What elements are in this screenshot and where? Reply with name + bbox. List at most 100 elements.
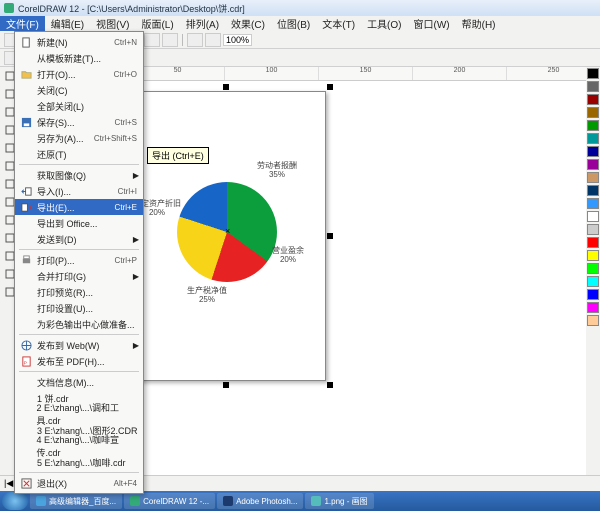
menu-item[interactable]: 为彩色输出中心做准备...: [15, 316, 143, 332]
menu-item-label: 打印设置(U)...: [37, 302, 93, 315]
tooltip: 导出 (Ctrl+E): [147, 147, 209, 164]
menu-3[interactable]: 版面(L): [135, 16, 179, 31]
color-swatch[interactable]: [587, 276, 599, 287]
start-button[interactable]: [2, 492, 28, 510]
resize-handle[interactable]: [223, 382, 229, 388]
resize-handle[interactable]: [223, 84, 229, 90]
color-swatch[interactable]: [587, 94, 599, 105]
coreldraw-icon: [130, 496, 140, 506]
exit-icon: [19, 477, 33, 489]
paint-icon: [311, 496, 321, 506]
menu-item[interactable]: 4 E:\zhang\...\咖啡宣传.cdr: [15, 438, 143, 454]
menu-item[interactable]: 全部关闭(L): [15, 98, 143, 114]
menu-item-label: 发布至 PDF(H)...: [37, 355, 105, 368]
taskbar-item[interactable]: CorelDRAW 12 -...: [124, 493, 215, 509]
menu-item-label: 从模板新建(T)...: [37, 52, 101, 65]
close-icon: [19, 84, 33, 96]
menu-item[interactable]: 2 E:\zhang\...\调和工具.cdr: [15, 406, 143, 422]
color-swatch[interactable]: [587, 107, 599, 118]
menu-bar[interactable]: 文件(F)编辑(E)视图(V)版面(L)排列(A)效果(C)位图(B)文本(T)…: [0, 16, 600, 31]
color-swatch[interactable]: [587, 237, 599, 248]
blank-icon: [19, 169, 33, 181]
color-swatch[interactable]: [587, 185, 599, 196]
menu-1[interactable]: 编辑(E): [45, 16, 90, 31]
title-bar: CorelDRAW 12 - [C:\Users\Administrator\D…: [0, 0, 600, 16]
color-swatch[interactable]: [587, 172, 599, 183]
menu-item-label: 合并打印(G): [37, 270, 86, 283]
menu-item[interactable]: 打印设置(U)...: [15, 300, 143, 316]
menu-item[interactable]: 还原(T): [15, 146, 143, 162]
menu-item-label: 全部关闭(L): [37, 100, 84, 113]
color-swatch[interactable]: [587, 263, 599, 274]
color-swatch[interactable]: [587, 224, 599, 235]
office-icon: [19, 217, 33, 229]
menu-item-label: 发送到(D): [37, 233, 77, 246]
menu-item[interactable]: 发送到(D) ▶: [15, 231, 143, 247]
menu-item[interactable]: 打印预览(R)...: [15, 284, 143, 300]
color-swatch[interactable]: [587, 120, 599, 131]
svg-text:P: P: [23, 360, 26, 365]
color-swatch[interactable]: [587, 146, 599, 157]
menu-item[interactable]: 打开(O)...Ctrl+O: [15, 66, 143, 82]
color-swatch[interactable]: [587, 198, 599, 209]
undo-icon[interactable]: [144, 33, 160, 47]
menu-item[interactable]: 关闭(C): [15, 82, 143, 98]
import-icon[interactable]: [187, 33, 203, 47]
menu-item[interactable]: 5 E:\zhang\...\咖啡.cdr: [15, 454, 143, 470]
taskbar-item[interactable]: Adobe Photosh...: [217, 493, 303, 509]
menu-item[interactable]: 保存(S)...Ctrl+S: [15, 114, 143, 130]
menu-0[interactable]: 文件(F): [0, 16, 45, 31]
revert-icon: [19, 148, 33, 160]
menu-item[interactable]: 另存为(A)...Ctrl+Shift+S: [15, 130, 143, 146]
color-swatch[interactable]: [587, 133, 599, 144]
menu-10[interactable]: 帮助(H): [456, 16, 502, 31]
color-swatch[interactable]: [587, 211, 599, 222]
menu-item-label: 保存(S)...: [37, 116, 75, 129]
app-icon: [4, 3, 14, 13]
menu-6[interactable]: 位图(B): [271, 16, 316, 31]
file-menu-dropdown[interactable]: 新建(N)Ctrl+N 从模板新建(T)...打开(O)...Ctrl+O关闭(C…: [14, 31, 144, 494]
color-swatch[interactable]: [587, 302, 599, 313]
color-swatch[interactable]: [587, 159, 599, 170]
resize-handle[interactable]: [327, 84, 333, 90]
redo-icon[interactable]: [162, 33, 178, 47]
color-palette[interactable]: [586, 67, 600, 475]
menu-item[interactable]: 获取图像(Q)▶: [15, 167, 143, 183]
menu-item[interactable]: 打印(P)...Ctrl+P: [15, 252, 143, 268]
resize-handle[interactable]: [327, 382, 333, 388]
color-swatch[interactable]: [587, 81, 599, 92]
menu-item[interactable]: 合并打印(G)▶: [15, 268, 143, 284]
menu-item[interactable]: 发布到 Web(W)▶: [15, 337, 143, 353]
taskbar-item[interactable]: 1.png - 画图: [305, 493, 373, 509]
color-swatch[interactable]: [587, 315, 599, 326]
menu-8[interactable]: 工具(O): [361, 16, 407, 31]
menu-5[interactable]: 效果(C): [225, 16, 271, 31]
menu-4[interactable]: 排列(A): [180, 16, 225, 31]
export-icon[interactable]: [205, 33, 221, 47]
menu-item[interactable]: 文档信息(M)...: [15, 374, 143, 390]
resize-handle[interactable]: [327, 233, 333, 239]
color-swatch[interactable]: [587, 68, 599, 79]
zoom-combo[interactable]: 100%: [223, 34, 252, 46]
windows-taskbar[interactable]: 高级编辑器_百度... CorelDRAW 12 -... Adobe Phot…: [0, 491, 600, 511]
menu-item[interactable]: 导出到 Office...: [15, 215, 143, 231]
blank-icon: [19, 100, 33, 112]
color-swatch[interactable]: [587, 289, 599, 300]
menu-9[interactable]: 窗口(W): [408, 16, 456, 31]
menu-item[interactable]: 退出(X)Alt+F4: [15, 475, 143, 491]
selection-box[interactable]: [122, 87, 330, 385]
menu-7[interactable]: 文本(T): [316, 16, 361, 31]
menu-item[interactable]: 新建(N)Ctrl+N: [15, 34, 143, 50]
menu-item[interactable]: 导入(I)...Ctrl+I: [15, 183, 143, 199]
tpl-icon: [19, 52, 33, 64]
taskbar-item[interactable]: 高级编辑器_百度...: [30, 493, 122, 509]
menu-item[interactable]: 导出(E)...Ctrl+E: [15, 199, 143, 215]
menu-item[interactable]: P 发布至 PDF(H)...: [15, 353, 143, 369]
new-icon: [19, 36, 33, 48]
menu-item-label: 新建(N): [37, 36, 68, 49]
color-swatch[interactable]: [587, 250, 599, 261]
menu-item[interactable]: 从模板新建(T)...: [15, 50, 143, 66]
submenu-arrow-icon: ▶: [133, 235, 139, 244]
menu-2[interactable]: 视图(V): [90, 16, 135, 31]
saveas-icon: [19, 132, 33, 144]
